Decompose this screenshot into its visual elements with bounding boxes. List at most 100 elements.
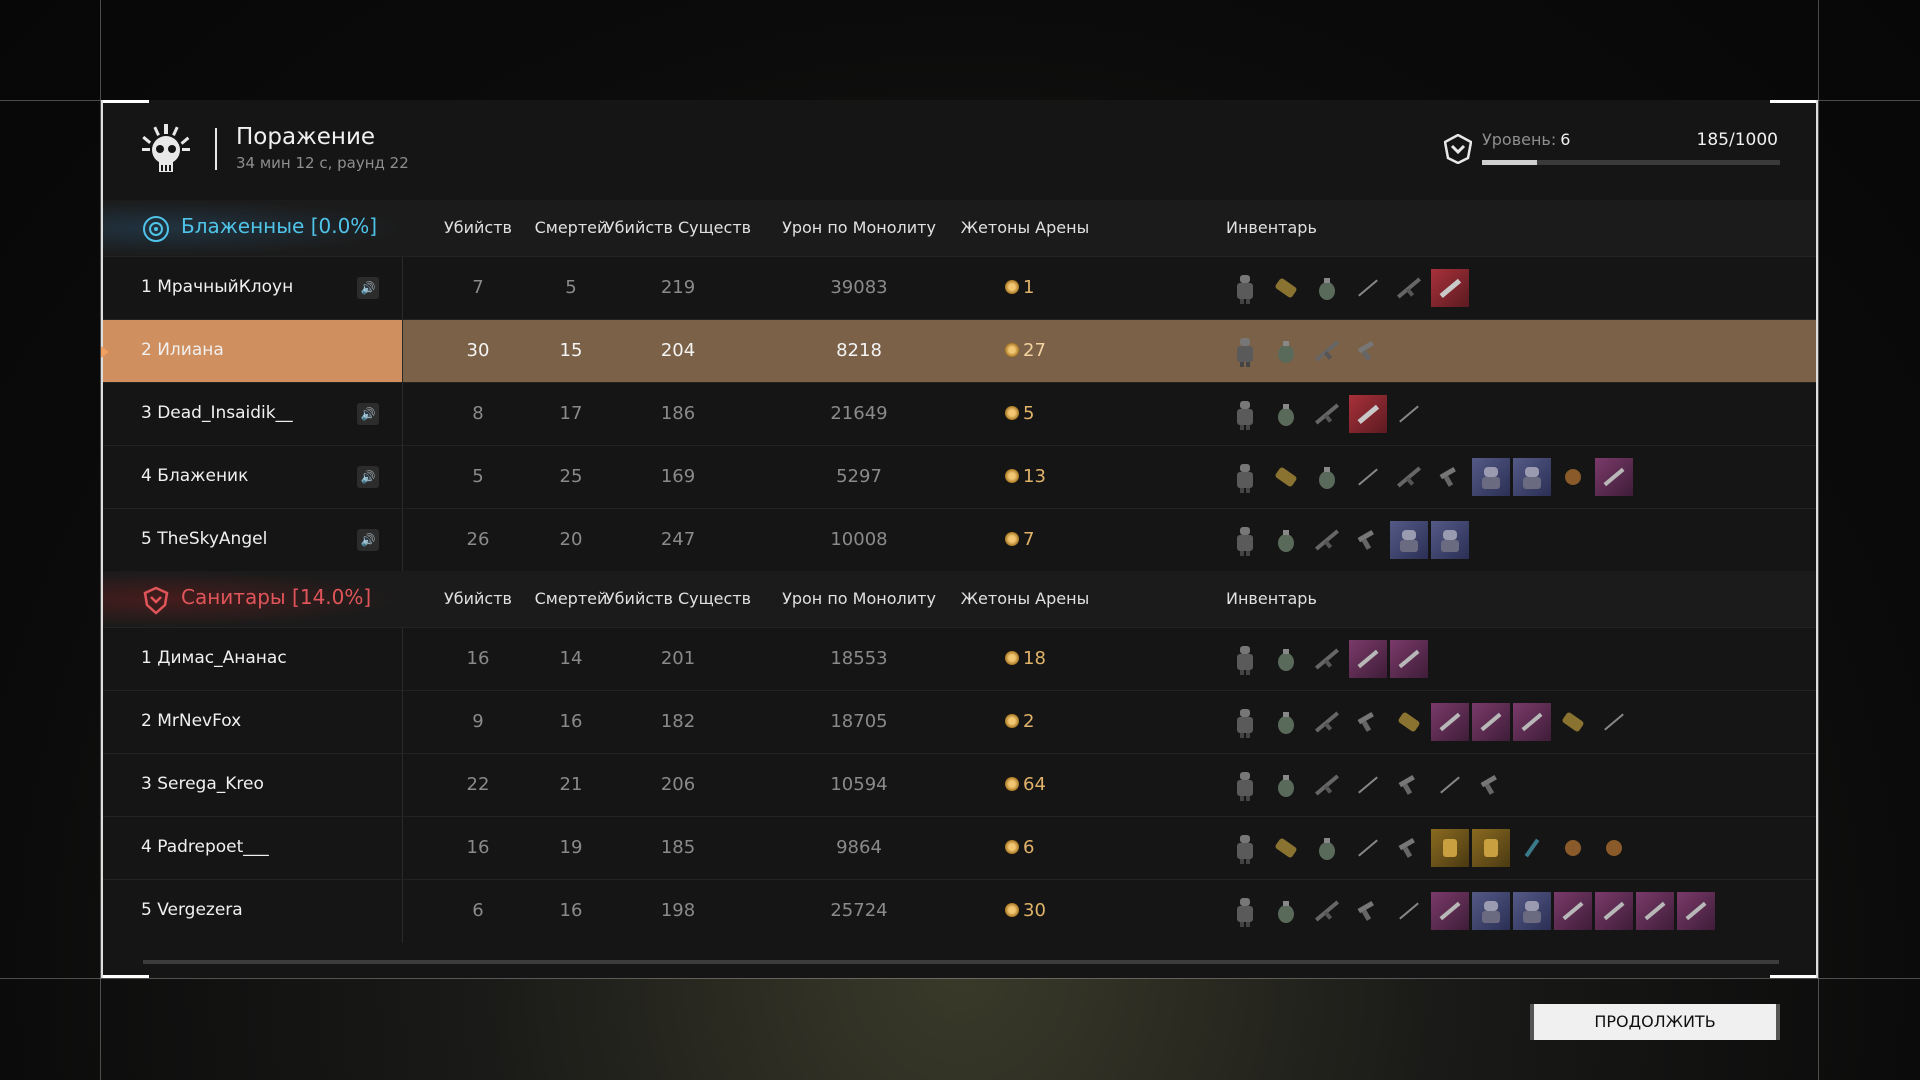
inventory-item-syringe-icon[interactable] xyxy=(1513,829,1551,867)
player-row[interactable]: 3 Dead_Insaidik__ 🔊 8 17 186 21649 5 xyxy=(103,382,1816,446)
arena-tokens-value: 2 xyxy=(1005,711,1034,732)
inventory-item-pistol-icon[interactable] xyxy=(1390,766,1428,804)
inventory-item-grenade-icon[interactable] xyxy=(1267,640,1305,678)
xp-progress-fill xyxy=(1482,160,1538,165)
player-row[interactable]: 1 Димас_Ананас 16 14 201 18553 18 xyxy=(103,627,1816,691)
inventory-item-armor-icon[interactable] xyxy=(1226,521,1264,559)
player-row[interactable]: 3 Serega_Kreo 22 21 206 10594 64 xyxy=(103,753,1816,817)
player-row[interactable]: 4 Padrepoet___ 16 19 185 9864 6 xyxy=(103,816,1816,880)
inventory-item-red-icon[interactable] xyxy=(1349,395,1387,433)
inventory-item-knife-icon[interactable] xyxy=(1349,458,1387,496)
inventory-item-knife-icon[interactable] xyxy=(1390,892,1428,930)
inventory-item-pistol-icon[interactable] xyxy=(1349,521,1387,559)
inventory-item-hl-icon[interactable] xyxy=(1513,892,1551,930)
continue-button[interactable]: ПРОДОЛЖИТЬ xyxy=(1530,1004,1780,1040)
player-row[interactable]: 5 TheSkyAngel 🔊 26 20 247 10008 7 xyxy=(103,508,1816,572)
inventory-item-ammo-icon[interactable] xyxy=(1267,269,1305,307)
inventory-item-orb-icon[interactable] xyxy=(1554,458,1592,496)
inventory-item-rifle-icon[interactable] xyxy=(1308,640,1346,678)
inventory-item-pink-icon[interactable] xyxy=(1349,640,1387,678)
inventory-item-pink-icon[interactable] xyxy=(1677,892,1715,930)
match-duration: 34 мин 12 с, раунд 22 xyxy=(236,154,409,172)
voice-speaker-icon[interactable]: 🔊 xyxy=(357,529,379,551)
inventory-item-armor-icon[interactable] xyxy=(1226,703,1264,741)
inventory-item-pistol-icon[interactable] xyxy=(1349,703,1387,741)
inventory-item-pink-icon[interactable] xyxy=(1390,640,1428,678)
inventory-item-grenade-icon[interactable] xyxy=(1308,829,1346,867)
player-row[interactable]: 2 Илиана 30 15 204 8218 27 xyxy=(101,319,1816,383)
player-name-cell: 5 TheSkyAngel 🔊 xyxy=(103,509,403,572)
voice-speaker-icon[interactable]: 🔊 xyxy=(357,466,379,488)
inventory-item-hl-icon[interactable] xyxy=(1513,458,1551,496)
player-row[interactable]: 1 МрачныйКлоун 🔊 7 5 219 39083 1 xyxy=(103,256,1816,320)
inventory-item-pink-icon[interactable] xyxy=(1472,703,1510,741)
inventory-item-rifle-icon[interactable] xyxy=(1308,395,1346,433)
inventory-item-armor-icon[interactable] xyxy=(1226,829,1264,867)
inventory-item-knife-icon[interactable] xyxy=(1349,269,1387,307)
inventory-item-armor-icon[interactable] xyxy=(1226,458,1264,496)
inventory-item-gold-icon[interactable] xyxy=(1431,829,1469,867)
inventory-item-pistol-icon[interactable] xyxy=(1431,458,1469,496)
inventory-item-grenade-icon[interactable] xyxy=(1308,269,1346,307)
inventory-item-pink-icon[interactable] xyxy=(1636,892,1674,930)
inventory-list xyxy=(1226,829,1633,867)
inventory-item-rifle-icon[interactable] xyxy=(1390,458,1428,496)
inventory-item-ammo-icon[interactable] xyxy=(1267,829,1305,867)
inventory-item-pink-icon[interactable] xyxy=(1431,892,1469,930)
inventory-item-pistol-icon[interactable] xyxy=(1472,766,1510,804)
inventory-item-grenade-icon[interactable] xyxy=(1267,703,1305,741)
inventory-item-rifle-icon[interactable] xyxy=(1308,521,1346,559)
inventory-item-gold-icon[interactable] xyxy=(1472,829,1510,867)
inventory-item-rifle-icon[interactable] xyxy=(1308,703,1346,741)
inventory-item-hl-icon[interactable] xyxy=(1472,892,1510,930)
inventory-item-hl-icon[interactable] xyxy=(1431,521,1469,559)
inventory-item-grenade-icon[interactable] xyxy=(1267,521,1305,559)
player-row[interactable]: 4 Блаженик 🔊 5 25 169 5297 13 xyxy=(103,445,1816,509)
inventory-item-pink-icon[interactable] xyxy=(1513,703,1551,741)
inventory-item-ammo-icon[interactable] xyxy=(1390,703,1428,741)
inventory-item-pistol-icon[interactable] xyxy=(1349,332,1387,370)
inventory-item-grenade-icon[interactable] xyxy=(1267,766,1305,804)
player-name-cell: 2 Илиана xyxy=(101,320,403,383)
player-row[interactable]: 2 MrNevFox 9 16 182 18705 2 xyxy=(103,690,1816,754)
inventory-item-knife-icon[interactable] xyxy=(1390,395,1428,433)
inventory-item-armor-icon[interactable] xyxy=(1226,269,1264,307)
inventory-item-pink-icon[interactable] xyxy=(1554,892,1592,930)
voice-speaker-icon[interactable]: 🔊 xyxy=(357,403,379,425)
inventory-item-ammo-icon[interactable] xyxy=(1267,458,1305,496)
inventory-item-knife-icon[interactable] xyxy=(1595,703,1633,741)
inventory-item-armor-icon[interactable] xyxy=(1226,640,1264,678)
inventory-item-rifle-icon[interactable] xyxy=(1308,332,1346,370)
inventory-item-pink-icon[interactable] xyxy=(1431,703,1469,741)
team-name-cell: Санитары [14.0%] xyxy=(103,571,403,627)
inventory-item-grenade-icon[interactable] xyxy=(1267,395,1305,433)
inventory-item-knife-icon[interactable] xyxy=(1349,766,1387,804)
player-name-cell: 1 Димас_Ананас xyxy=(103,628,403,691)
inventory-item-pink-icon[interactable] xyxy=(1595,892,1633,930)
player-row[interactable]: 5 Vergezera 6 16 198 25724 30 xyxy=(103,879,1816,943)
inventory-item-ammo-icon[interactable] xyxy=(1554,703,1592,741)
inventory-item-armor-icon[interactable] xyxy=(1226,395,1264,433)
horizontal-scrollbar[interactable] xyxy=(143,960,1779,964)
inventory-item-armor-icon[interactable] xyxy=(1226,332,1264,370)
team-name: Блаженные [0.0%] xyxy=(181,214,378,238)
inventory-item-grenade-icon[interactable] xyxy=(1267,892,1305,930)
inventory-item-grenade-icon[interactable] xyxy=(1308,458,1346,496)
inventory-item-pistol-icon[interactable] xyxy=(1349,892,1387,930)
inventory-item-armor-icon[interactable] xyxy=(1226,766,1264,804)
inventory-item-pistol-icon[interactable] xyxy=(1390,829,1428,867)
inventory-item-orb-icon[interactable] xyxy=(1554,829,1592,867)
inventory-item-rifle-icon[interactable] xyxy=(1308,766,1346,804)
inventory-item-hl-icon[interactable] xyxy=(1472,458,1510,496)
inventory-item-grenade-icon[interactable] xyxy=(1267,332,1305,370)
inventory-item-armor-icon[interactable] xyxy=(1226,892,1264,930)
inventory-item-rifle-icon[interactable] xyxy=(1390,269,1428,307)
inventory-item-hl-icon[interactable] xyxy=(1390,521,1428,559)
inventory-item-pink-icon[interactable] xyxy=(1595,458,1633,496)
inventory-item-red-icon[interactable] xyxy=(1431,269,1469,307)
inventory-item-rifle-icon[interactable] xyxy=(1308,892,1346,930)
inventory-item-orb-icon[interactable] xyxy=(1595,829,1633,867)
inventory-item-knife-icon[interactable] xyxy=(1349,829,1387,867)
voice-speaker-icon[interactable]: 🔊 xyxy=(357,277,379,299)
inventory-item-knife-icon[interactable] xyxy=(1431,766,1469,804)
